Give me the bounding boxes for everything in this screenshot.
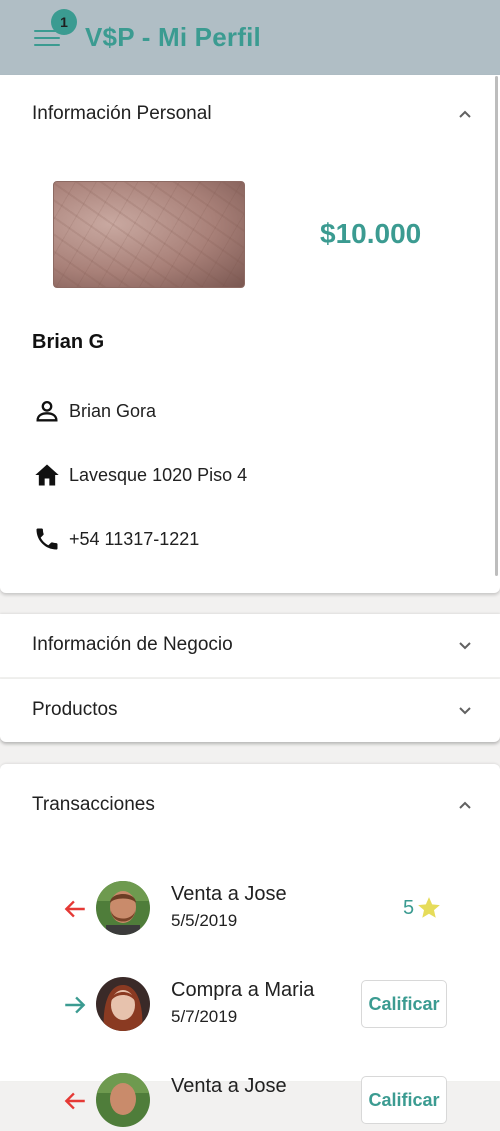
arrow-right-icon <box>65 996 86 1014</box>
products-panel: Productos <box>0 679 500 742</box>
personal-info-panel: Información Personal $10.000 Brian G Bri… <box>0 75 500 593</box>
app-toolbar: 1 V$P - Mi Perfil <box>0 0 500 75</box>
address-row: Lavesque 1020 Piso 4 <box>33 461 247 489</box>
avatar <box>96 881 150 935</box>
transactions-header[interactable]: Transacciones <box>32 794 472 816</box>
avatar <box>96 1073 150 1127</box>
arrow-left-icon <box>64 900 85 918</box>
user-display-name: Brian G <box>32 331 105 353</box>
chevron-down-icon <box>459 707 471 715</box>
transactions-title: Transacciones <box>32 794 155 815</box>
profile-photo <box>53 181 245 288</box>
transaction-item[interactable]: Compra a Maria 5/7/2019 Calificar <box>0 975 500 1035</box>
transaction-rating: 5 <box>403 895 442 921</box>
phone-icon <box>36 528 58 550</box>
rate-button[interactable]: Calificar <box>361 1076 447 1124</box>
person-icon <box>36 400 58 422</box>
chevron-up-icon <box>459 110 471 118</box>
transaction-item[interactable]: Venta a Jose 5/5/2019 5 <box>0 879 500 939</box>
products-title: Productos <box>32 699 118 720</box>
scrollbar[interactable] <box>495 76 498 576</box>
rating-value: 5 <box>403 896 415 919</box>
transaction-item[interactable]: Venta a Jose Calificar <box>0 1071 500 1131</box>
full-name-text: Brian Gora <box>69 400 157 421</box>
full-name-row: Brian Gora <box>33 397 156 425</box>
rate-button[interactable]: Calificar <box>361 980 447 1028</box>
transaction-title: Venta a Jose <box>171 883 287 905</box>
phone-row: +54 11317-1221 <box>33 525 199 553</box>
notification-badge: 1 <box>51 9 77 35</box>
chevron-down-icon <box>459 642 471 650</box>
star-icon <box>418 897 440 918</box>
business-info-header[interactable]: Información de Negocio <box>32 634 472 656</box>
chevron-up-icon <box>459 801 471 809</box>
business-info-panel: Información de Negocio <box>0 614 500 677</box>
phone-text: +54 11317-1221 <box>69 528 200 549</box>
transaction-title: Compra a Maria <box>171 979 315 1001</box>
transaction-title: Venta a Jose <box>171 1075 287 1097</box>
transaction-date: 5/5/2019 <box>171 911 238 930</box>
balance-amount: $10.000 <box>320 218 422 249</box>
arrow-left-icon <box>64 1092 85 1110</box>
home-icon <box>35 464 59 486</box>
products-header[interactable]: Productos <box>32 699 472 721</box>
personal-info-header[interactable]: Información Personal <box>32 103 472 125</box>
personal-info-title: Información Personal <box>32 103 212 124</box>
address-text: Lavesque 1020 Piso 4 <box>69 464 248 485</box>
app-title: V$P - Mi Perfil <box>85 22 261 52</box>
avatar <box>96 977 150 1031</box>
transaction-date: 5/7/2019 <box>171 1007 238 1026</box>
transactions-panel: Transacciones Venta a Jose 5/5/2019 5 Co… <box>0 764 500 1127</box>
business-info-title: Información de Negocio <box>32 634 233 655</box>
